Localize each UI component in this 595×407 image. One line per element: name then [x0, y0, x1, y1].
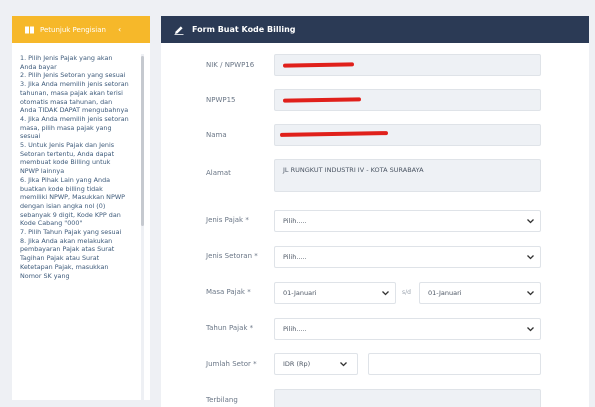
form-header: Form Buat Kode Billing [161, 16, 589, 43]
billing-form-panel: Form Buat Kode Billing NIK / NPWP16 NPWP… [161, 16, 589, 407]
instruction-item: 6. Jika Pihak Lain yang Anda buatkan kod… [20, 175, 125, 228]
alamat-label: Alamat [206, 169, 231, 177]
instruction-item: 4. Jika Anda memilih jenis setoran masa,… [20, 114, 129, 141]
masa-pajak-to-value: 01-Januari [428, 289, 462, 297]
form-title: Form Buat Kode Billing [192, 25, 296, 34]
jenis-setoran-label: Jenis Setoran * [206, 252, 258, 260]
jenis-setoran-value: Pilih..... [283, 253, 307, 261]
nama-label: Nama [206, 131, 227, 139]
instructions-body: 1. Pilih Jenis Pajak yang akan Anda baya… [20, 54, 144, 400]
jenis-setoran-select[interactable]: Pilih..... [274, 246, 541, 268]
terbilang-field [274, 389, 541, 407]
jenis-pajak-label: Jenis Pajak * [206, 216, 249, 224]
masa-pajak-to-select[interactable]: 01-Januari [419, 282, 541, 304]
range-separator: s/d [402, 289, 411, 296]
tahun-pajak-value: Pilih..... [283, 325, 307, 333]
instruction-item: 3. Jika Anda memilih jenis setoran tahun… [20, 80, 129, 115]
chevron-down-icon [527, 219, 534, 224]
nik-label: NIK / NPWP16 [206, 61, 255, 69]
instruction-list: 1. Pilih Jenis Pajak yang akan Anda baya… [20, 54, 130, 280]
jenis-pajak-value: Pilih..... [283, 217, 307, 225]
alamat-field: JL RUNGKUT INDUSTRI IV - KOTA SURABAYA [274, 159, 541, 192]
masa-pajak-from-select[interactable]: 01-Januari [274, 282, 396, 304]
alamat-value: JL RUNGKUT INDUSTRI IV - KOTA SURABAYA [283, 166, 424, 174]
chevron-down-icon [382, 291, 389, 296]
instruction-item: 8. Jika Anda akan melakukan pembayaran P… [20, 236, 115, 280]
instructions-header[interactable]: Petunjuk Pengisian ‹ [12, 16, 150, 43]
instructions-title: Petunjuk Pengisian [40, 25, 106, 34]
chevron-down-icon [527, 255, 534, 260]
instruction-item: 2. Pilih Jenis Setoran yang sesuai [20, 71, 126, 80]
masa-pajak-label: Masa Pajak * [206, 288, 251, 296]
masa-pajak-from-value: 01-Januari [283, 289, 317, 297]
chevron-down-icon [527, 327, 534, 332]
instructions-panel: Petunjuk Pengisian ‹ 1. Pilih Jenis Paja… [12, 16, 150, 400]
instruction-item: 7. Pilih Tahun Pajak yang sesuai [20, 228, 122, 237]
book-icon [25, 26, 34, 33]
instruction-item: 5. Untuk Jenis Pajak dan Jenis Setoran t… [20, 141, 115, 176]
chevron-down-icon [527, 291, 534, 296]
chevron-left-icon[interactable]: ‹ [118, 25, 121, 34]
chevron-down-icon [340, 362, 347, 367]
currency-select[interactable]: IDR (Rp) [274, 353, 358, 375]
instruction-item: 1. Pilih Jenis Pajak yang akan Anda baya… [20, 54, 113, 71]
jumlah-setor-label: Jumlah Setor * [206, 360, 257, 368]
scrollbar-thumb[interactable] [141, 56, 144, 226]
jenis-pajak-select[interactable]: Pilih..... [274, 210, 541, 232]
terbilang-label: Terbilang [206, 396, 238, 404]
tahun-pajak-label: Tahun Pajak * [206, 324, 254, 332]
npwp15-label: NPWP15 [206, 96, 236, 104]
currency-value: IDR (Rp) [283, 360, 311, 368]
jumlah-setor-input[interactable] [368, 353, 541, 375]
tahun-pajak-select[interactable]: Pilih..... [274, 318, 541, 340]
edit-icon [174, 25, 184, 35]
